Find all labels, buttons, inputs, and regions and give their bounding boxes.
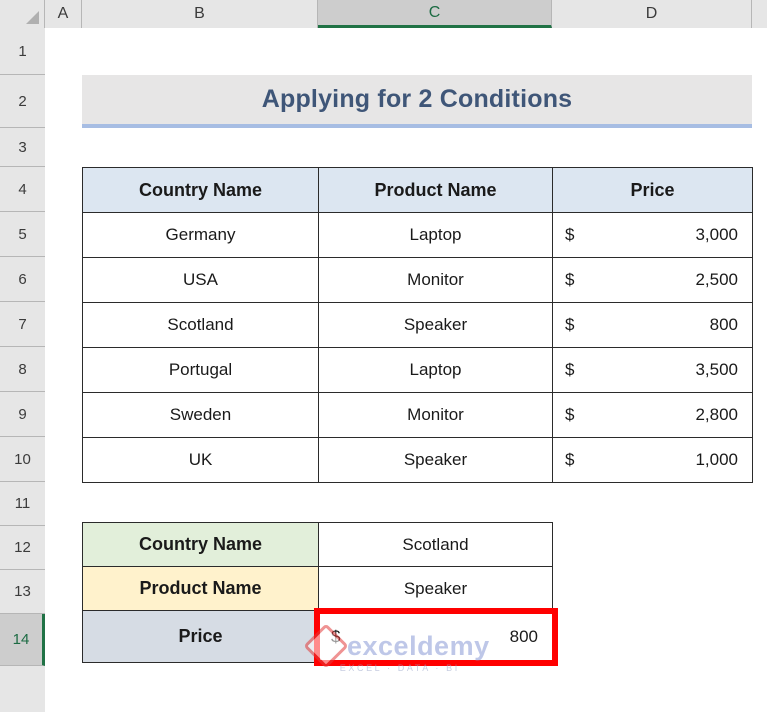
select-all-button[interactable] <box>0 0 45 28</box>
cell-product[interactable]: Speaker <box>318 302 553 348</box>
cell-price[interactable]: $ 2,800 <box>552 392 753 438</box>
cell-price[interactable]: $ 800 <box>552 302 753 348</box>
lookup-value-product-name[interactable]: Speaker <box>318 566 553 611</box>
row-header-strip: 1 2 3 4 5 6 7 8 9 10 11 12 13 14 <box>0 28 45 712</box>
cell-country[interactable]: USA <box>82 257 319 303</box>
cell-country[interactable]: Sweden <box>82 392 319 438</box>
row-header-9[interactable]: 9 <box>0 392 45 437</box>
cell-product[interactable]: Monitor <box>318 392 553 438</box>
table-row[interactable]: Germany Laptop $ 3,000 <box>82 212 753 258</box>
table-row[interactable]: Portugal Laptop $ 3,500 <box>82 347 753 393</box>
cell-price[interactable]: $ 1,000 <box>552 437 753 483</box>
column-header-c[interactable]: C <box>318 0 552 28</box>
column-header-d[interactable]: D <box>552 0 752 28</box>
lookup-result-table: Country Name Scotland Product Name Speak… <box>82 522 553 663</box>
column-header-product-name: Product Name <box>318 167 553 213</box>
lookup-row-result[interactable]: Price $ 800 <box>82 610 553 663</box>
main-data-table: Country Name Product Name Price Germany … <box>82 167 753 483</box>
lookup-row-product[interactable]: Product Name Speaker <box>82 566 553 611</box>
currency-symbol: $ <box>565 360 575 379</box>
currency-symbol: $ <box>565 225 575 244</box>
row-header-5[interactable]: 5 <box>0 212 45 257</box>
table-row[interactable]: UK Speaker $ 1,000 <box>82 437 753 483</box>
table-header-row: Country Name Product Name Price <box>82 167 753 213</box>
lookup-label-product-name: Product Name <box>82 566 319 611</box>
row-header-8[interactable]: 8 <box>0 347 45 392</box>
page-title: Applying for 2 Conditions <box>82 75 752 128</box>
watermark-tagline: EXCEL · DATA · BI <box>339 663 460 673</box>
column-header-country-name: Country Name <box>82 167 319 213</box>
currency-symbol: $ <box>565 450 575 469</box>
cell-country[interactable]: Portugal <box>82 347 319 393</box>
price-amount: 3,500 <box>695 360 738 379</box>
cell-product[interactable]: Laptop <box>318 212 553 258</box>
price-amount: 1,000 <box>695 450 738 469</box>
cell-country[interactable]: Germany <box>82 212 319 258</box>
row-header-2[interactable]: 2 <box>0 75 45 128</box>
lookup-label-country-name: Country Name <box>82 522 319 567</box>
row-header-14[interactable]: 14 <box>0 614 45 666</box>
lookup-result-price-cell[interactable]: $ 800 <box>318 610 553 663</box>
cell-product[interactable]: Speaker <box>318 437 553 483</box>
row-header-4[interactable]: 4 <box>0 167 45 212</box>
table-row[interactable]: Scotland Speaker $ 800 <box>82 302 753 348</box>
price-amount: 3,000 <box>695 225 738 244</box>
row-header-6[interactable]: 6 <box>0 257 45 302</box>
cell-price[interactable]: $ 3,500 <box>552 347 753 393</box>
row-header-11[interactable]: 11 <box>0 482 45 526</box>
result-price-amount: 800 <box>509 626 538 646</box>
lookup-label-price: Price <box>82 610 319 663</box>
column-header-strip: A B C D <box>0 0 767 28</box>
cell-price[interactable]: $ 2,500 <box>552 257 753 303</box>
lookup-row-country[interactable]: Country Name Scotland <box>82 522 553 567</box>
column-header-e-partial[interactable] <box>752 0 767 28</box>
lookup-value-country-name[interactable]: Scotland <box>318 522 553 567</box>
column-header-price: Price <box>552 167 753 213</box>
select-all-triangle-icon <box>26 11 39 24</box>
cell-country[interactable]: UK <box>82 437 319 483</box>
row-header-1[interactable]: 1 <box>0 28 45 75</box>
row-header-12[interactable]: 12 <box>0 526 45 570</box>
price-amount: 2,500 <box>695 270 738 289</box>
price-amount: 800 <box>709 315 738 334</box>
cell-price[interactable]: $ 3,000 <box>552 212 753 258</box>
spreadsheet-canvas: A B C D 1 2 3 4 5 6 7 8 9 10 11 12 13 14… <box>0 0 767 712</box>
cell-country[interactable]: Scotland <box>82 302 319 348</box>
column-header-b[interactable]: B <box>82 0 318 28</box>
row-header-7[interactable]: 7 <box>0 302 45 347</box>
cell-product[interactable]: Laptop <box>318 347 553 393</box>
row-header-15-partial[interactable] <box>0 666 45 712</box>
cell-product[interactable]: Monitor <box>318 257 553 303</box>
row-header-10[interactable]: 10 <box>0 437 45 482</box>
price-amount: 2,800 <box>695 405 738 424</box>
row-header-13[interactable]: 13 <box>0 570 45 614</box>
currency-symbol: $ <box>565 405 575 424</box>
column-header-a[interactable]: A <box>45 0 82 28</box>
currency-symbol: $ <box>331 626 341 646</box>
table-row[interactable]: USA Monitor $ 2,500 <box>82 257 753 303</box>
table-row[interactable]: Sweden Monitor $ 2,800 <box>82 392 753 438</box>
row-header-3[interactable]: 3 <box>0 128 45 167</box>
currency-symbol: $ <box>565 315 575 334</box>
currency-symbol: $ <box>565 270 575 289</box>
